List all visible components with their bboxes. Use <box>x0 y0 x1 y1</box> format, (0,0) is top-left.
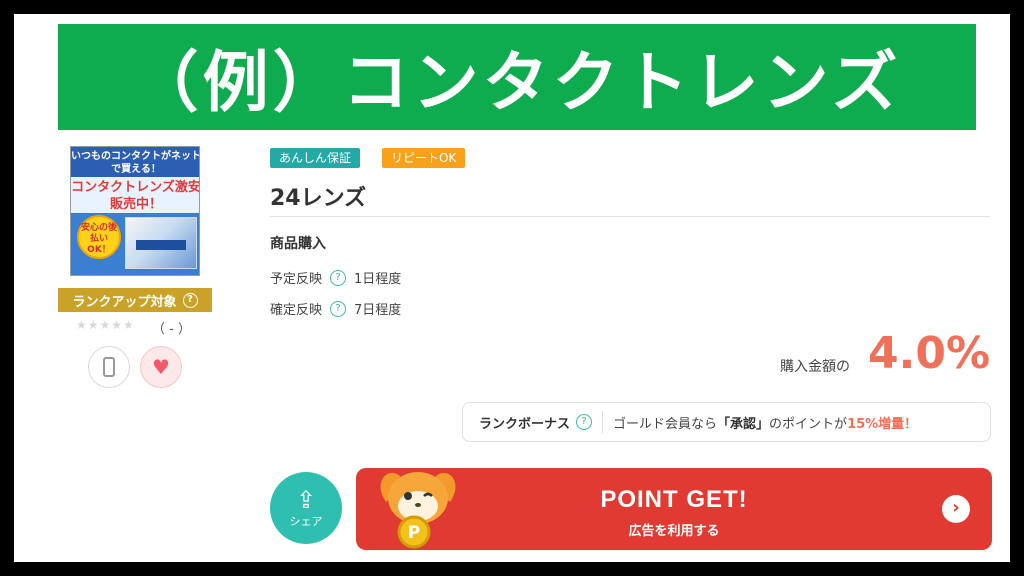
mobile-button[interactable] <box>88 346 130 388</box>
help-icon[interactable]: ? <box>182 292 198 308</box>
bonus-text-pre: ゴールド会員なら <box>613 416 718 432</box>
lens-boxes-image <box>125 217 197 269</box>
row-label: 予定反映 <box>270 272 323 287</box>
reward-value: 4.0% <box>868 328 991 379</box>
favorite-button[interactable]: ♥ <box>140 346 182 388</box>
reward-label: 購入金額の <box>780 359 850 375</box>
svg-text:P: P <box>408 523 420 543</box>
thumbnail-line1: いつものコンタクトがネットで買える！ <box>71 147 199 177</box>
row-value: 7日程度 <box>354 303 402 318</box>
rating-stars: ★★★★★ <box>76 318 135 332</box>
row-value: 1日程度 <box>354 272 402 287</box>
share-label: シェア <box>289 515 323 528</box>
bonus-text-em: 15%増量！ <box>847 416 918 432</box>
smartphone-icon <box>103 357 115 377</box>
scheduled-reflection-row: 予定反映 ? 1日程度 <box>270 268 401 287</box>
rating-count: （ - ） <box>152 322 191 337</box>
rank-up-badge[interactable]: ランクアップ対象 ? <box>58 288 212 312</box>
share-button[interactable]: ⇪ シェア <box>270 472 342 544</box>
tag-repeat: リピートOK <box>382 148 466 168</box>
product-title: 24レンズ <box>270 186 367 211</box>
thumbnail-line2: コンタクトレンズ激安販売中！ <box>71 177 199 213</box>
confirmed-reflection-row: 確定反映 ? 7日程度 <box>270 299 401 318</box>
divider <box>270 216 990 217</box>
rank-bonus-label: ランクボーナス <box>479 416 571 432</box>
product-thumbnail[interactable]: いつものコンタクトがネットで買える！ コンタクトレンズ激安販売中！ 安心の後払い… <box>70 146 200 276</box>
chevron-right-icon: › <box>942 495 970 523</box>
rank-bonus-box: ランクボーナス ? ゴールド会員なら 「承認」 のポイントが 15%増量！ <box>462 402 991 442</box>
bonus-text-strong: 「承認」 <box>717 416 770 432</box>
squirrel-mascot-icon: P <box>380 472 456 549</box>
section-heading: 商品購入 <box>270 236 326 252</box>
share-icon: ⇪ <box>295 486 317 514</box>
heart-icon: ♥ <box>152 355 170 379</box>
bonus-text-mid: のポイントが <box>769 416 848 432</box>
title-banner: （例）コンタクトレンズ <box>58 24 976 130</box>
rank-up-label: ランクアップ対象 <box>72 294 177 310</box>
row-label: 確定反映 <box>270 303 323 318</box>
tag-anshin: あんしん保証 <box>270 148 361 168</box>
separator <box>602 411 604 433</box>
help-icon[interactable]: ? <box>576 414 593 430</box>
thumbnail-seal: 安心の後払いOK！ <box>77 215 121 259</box>
help-icon[interactable]: ? <box>330 269 347 286</box>
banner-title: （例）コンタクトレンズ <box>132 44 902 121</box>
help-icon[interactable]: ? <box>330 300 347 317</box>
